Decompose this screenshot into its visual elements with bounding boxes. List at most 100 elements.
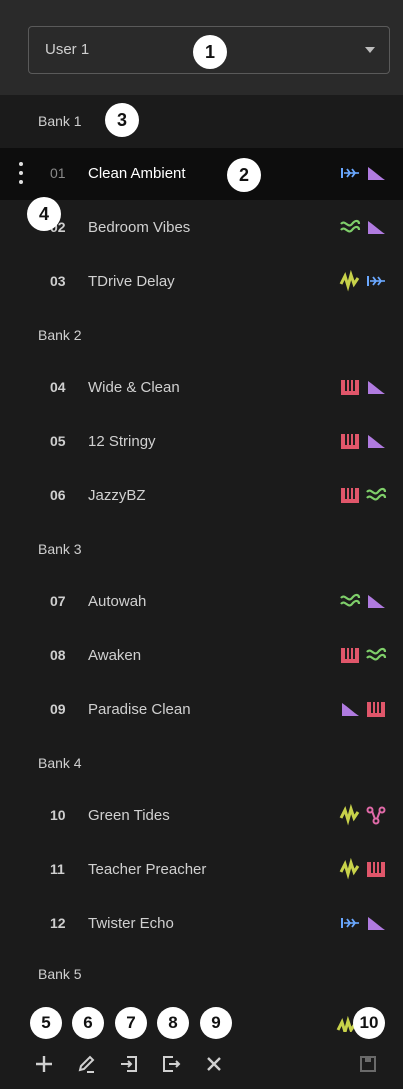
preset-effect-icons xyxy=(339,590,387,612)
user-select-value: User 1 xyxy=(45,41,90,58)
toolbar xyxy=(0,1032,403,1089)
callout-7: 7 xyxy=(115,1007,147,1039)
modulation-icon xyxy=(339,216,361,238)
callout-3: 3 xyxy=(105,103,139,137)
export-icon xyxy=(163,1056,181,1072)
preset-row-05[interactable]: 05 12 Stringy xyxy=(0,416,403,468)
preset-name: Green Tides xyxy=(88,807,170,824)
preset-row-01[interactable]: 01 Clean Ambient xyxy=(0,148,403,200)
add-button[interactable] xyxy=(30,1050,58,1078)
amp-icon xyxy=(365,698,387,720)
callout-9: 9 xyxy=(200,1007,232,1039)
preset-name: 12 Stringy xyxy=(88,433,156,450)
preset-name: JazzyBZ xyxy=(88,487,146,504)
bank-header-4: Bank 4 xyxy=(38,755,82,771)
preset-number: 11 xyxy=(50,861,65,877)
preset-row-06[interactable]: 06 JazzyBZ xyxy=(0,470,403,522)
preset-effect-icons xyxy=(339,644,387,666)
drive-icon xyxy=(339,857,361,880)
export-button[interactable] xyxy=(157,1050,185,1078)
callout-1: 1 xyxy=(193,35,227,69)
callout-5: 5 xyxy=(30,1007,62,1039)
amp-icon xyxy=(339,376,361,398)
delay-icon xyxy=(339,162,361,184)
preset-row-03[interactable]: 03 TDrive Delay xyxy=(0,256,403,308)
preset-name: Twister Echo xyxy=(88,915,174,932)
callout-8: 8 xyxy=(157,1007,189,1039)
save-button[interactable] xyxy=(354,1050,382,1078)
reverb-icon xyxy=(339,698,361,720)
bank-header-5: Bank 5 xyxy=(38,966,82,982)
preset-name: Wide & Clean xyxy=(88,379,180,396)
amp-icon xyxy=(365,858,387,880)
preset-row-10[interactable]: 10 Green Tides xyxy=(0,790,403,842)
preset-row-12[interactable]: 12 Twister Echo xyxy=(0,898,403,950)
preset-number: 06 xyxy=(50,487,66,503)
callout-6: 6 xyxy=(72,1007,104,1039)
add-icon xyxy=(36,1056,52,1072)
modulation-icon xyxy=(339,590,361,612)
preset-row-09[interactable]: 09 Paradise Clean xyxy=(0,684,403,736)
reverb-icon xyxy=(365,376,387,398)
preset-name: Paradise Clean xyxy=(88,701,191,718)
bank-header-2: Bank 2 xyxy=(38,327,82,343)
reverb-icon xyxy=(365,162,387,184)
preset-number: 12 xyxy=(50,915,66,931)
preset-effect-icons xyxy=(339,216,387,238)
modulation-icon xyxy=(365,644,387,666)
reverb-icon xyxy=(365,912,387,934)
amp-icon xyxy=(339,484,361,506)
reverb-icon xyxy=(365,430,387,452)
preset-row-11[interactable]: 11 Teacher Preacher xyxy=(0,844,403,896)
routing-icon xyxy=(365,804,387,826)
preset-number: 08 xyxy=(50,647,66,663)
preset-effect-icons xyxy=(339,269,387,292)
preset-number: 05 xyxy=(50,433,66,449)
reverb-icon xyxy=(365,590,387,612)
preset-name: Teacher Preacher xyxy=(88,861,207,878)
preset-number: 10 xyxy=(50,807,66,823)
callout-4: 4 xyxy=(27,197,61,231)
edit-icon xyxy=(78,1055,95,1073)
bank-header-3: Bank 3 xyxy=(38,541,82,557)
bank-header-1: Bank 1 xyxy=(38,113,82,129)
delete-button[interactable] xyxy=(200,1050,228,1078)
preset-name: Awaken xyxy=(88,647,142,664)
preset-number: 09 xyxy=(50,701,66,717)
drive-icon xyxy=(339,269,361,292)
preset-name: Autowah xyxy=(88,593,147,610)
drive-icon xyxy=(339,803,361,826)
delay-icon xyxy=(339,912,361,934)
header: User 1 1 xyxy=(0,0,403,95)
preset-effect-icons xyxy=(339,698,387,720)
import-icon xyxy=(121,1056,137,1072)
preset-effect-icons xyxy=(339,857,387,880)
preset-effect-icons xyxy=(339,430,387,452)
preset-effect-icons xyxy=(339,162,387,184)
amp-icon xyxy=(339,644,361,666)
preset-number: 04 xyxy=(50,379,66,395)
amp-icon xyxy=(339,430,361,452)
callout-10: 10 xyxy=(353,1007,385,1039)
preset-number: 03 xyxy=(50,273,66,289)
preset-effect-icons xyxy=(339,484,387,506)
preset-name: TDrive Delay xyxy=(88,273,175,290)
drag-handle-icon[interactable] xyxy=(18,160,24,186)
preset-row-08[interactable]: 08 Awaken xyxy=(0,630,403,682)
save-icon xyxy=(360,1056,376,1072)
preset-row-04[interactable]: 04 Wide & Clean xyxy=(0,362,403,414)
import-button[interactable] xyxy=(115,1050,143,1078)
delay-icon xyxy=(365,270,387,292)
callout-2: 2 xyxy=(227,158,261,192)
preset-name: Bedroom Vibes xyxy=(88,219,191,236)
preset-name: Clean Ambient xyxy=(88,165,186,182)
preset-effect-icons xyxy=(339,376,387,398)
modulation-icon xyxy=(365,484,387,506)
edit-button[interactable] xyxy=(72,1050,100,1078)
preset-number: 01 xyxy=(50,165,66,181)
close-icon xyxy=(207,1057,221,1071)
preset-row-07[interactable]: 07 Autowah xyxy=(0,576,403,628)
chevron-down-icon xyxy=(365,47,375,53)
reverb-icon xyxy=(365,216,387,238)
preset-effect-icons xyxy=(339,803,387,826)
